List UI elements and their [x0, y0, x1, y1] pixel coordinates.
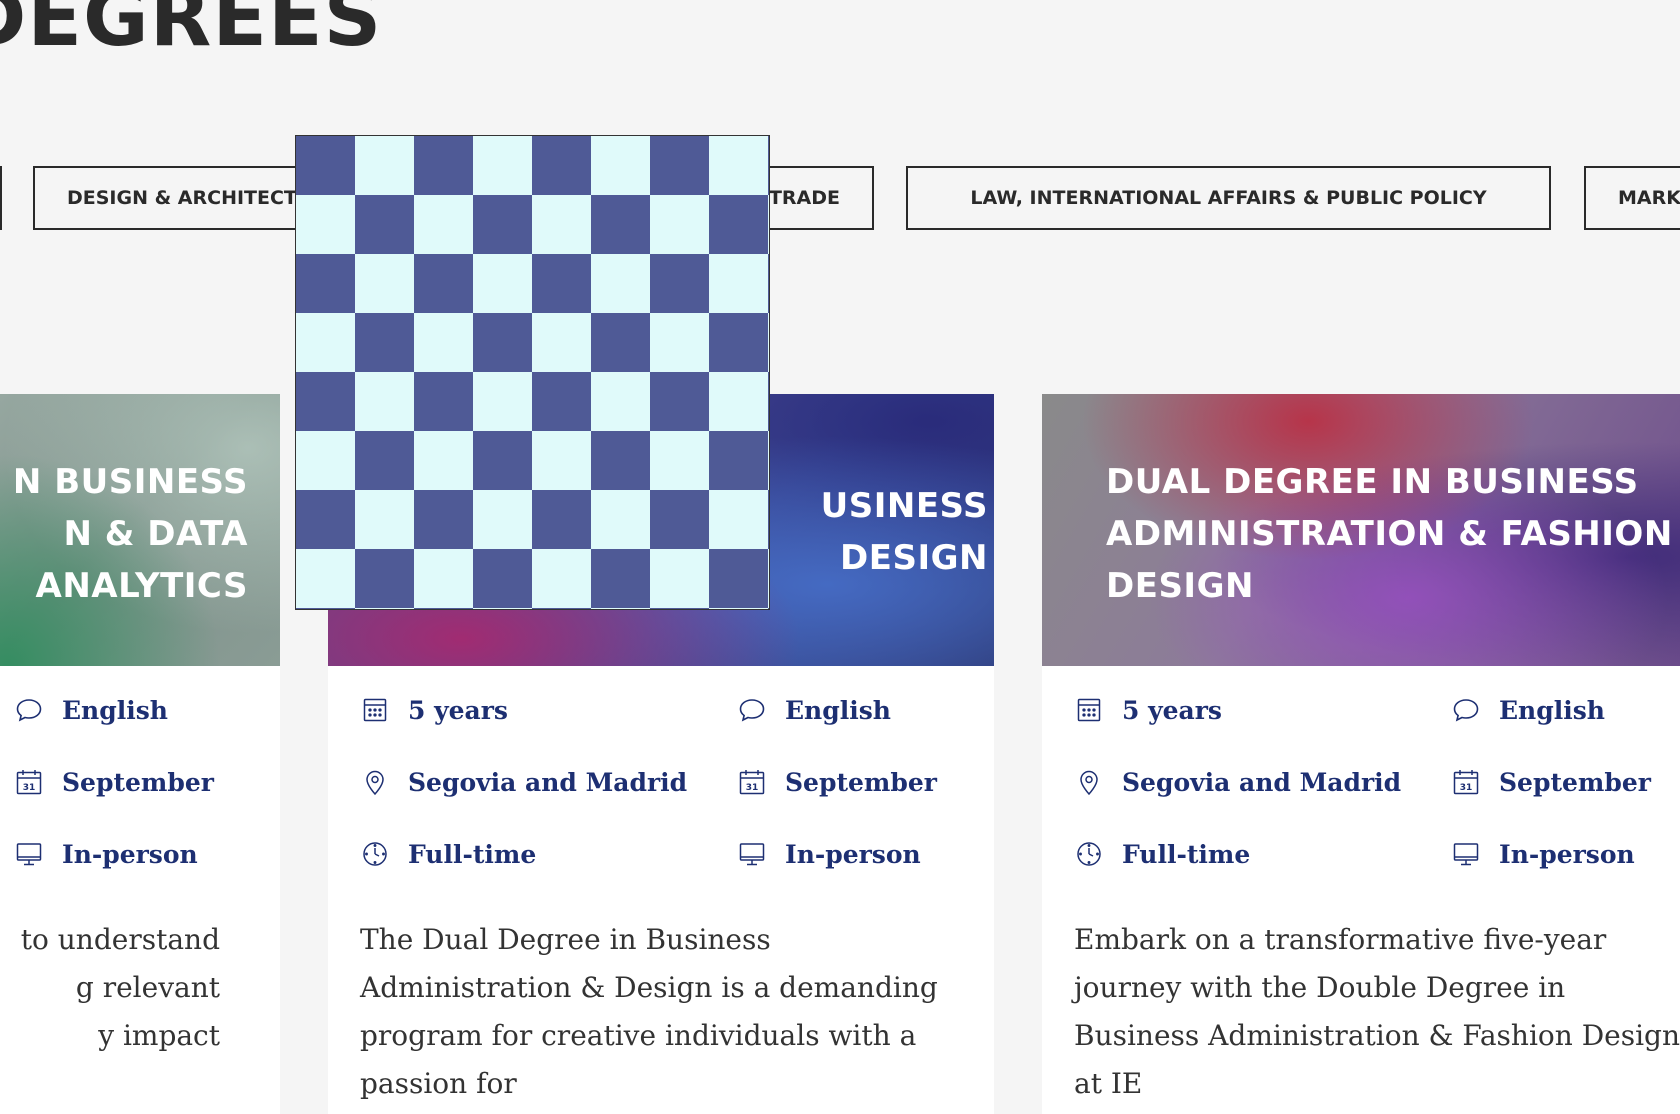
filter-pill-law-international-affairs[interactable]: LAW, INTERNATIONAL AFFAIRS & PUBLIC POLI…	[906, 166, 1551, 230]
meta-intake-text: September	[1499, 767, 1651, 797]
card-description: Embark on a transformative five-year jou…	[1074, 923, 1680, 1100]
meta-format: Full-time	[1074, 834, 1250, 874]
calculator-grid-icon	[363, 698, 387, 722]
calendar-icon: 31	[1453, 770, 1479, 795]
svg-text:31: 31	[746, 783, 759, 793]
location-pin-icon	[1080, 770, 1098, 796]
meta-format: Full-time	[360, 834, 536, 874]
meta-duration-text: 5 years	[1122, 695, 1222, 725]
calculator-grid-icon	[1077, 698, 1101, 722]
svg-text:31: 31	[1460, 783, 1473, 793]
meta-language-text: English	[1499, 695, 1605, 725]
meta-duration: 5 years	[360, 690, 508, 730]
meta-mode: In-person	[1451, 834, 1635, 874]
calendar-icon: 31	[16, 770, 42, 795]
meta-intake: 31 September	[1451, 762, 1651, 802]
meta-mode: In-person	[737, 834, 921, 874]
card-description: The Dual Degree in Business Administrati…	[360, 923, 938, 1100]
meta-language-text: English	[62, 695, 168, 725]
location-pin-icon	[366, 770, 384, 796]
chat-bubble-icon	[16, 699, 42, 722]
monitor-icon	[1453, 843, 1479, 866]
svg-text:31: 31	[23, 783, 36, 793]
checkerboard-placeholder-image	[295, 135, 770, 610]
meta-location-text: Segovia and Madrid	[408, 767, 688, 797]
meta-language-text: English	[785, 695, 891, 725]
category-filter-bar: DESIGN & ARCHITECTURE TRADE LAW, INTERNA…	[0, 166, 1680, 234]
meta-language: English	[1451, 690, 1605, 730]
degree-card[interactable]: N BUSINESS N & DATA ANALYTICS English 31…	[0, 394, 280, 1114]
meta-mode: In-person	[14, 834, 198, 874]
calendar-icon: 31	[739, 770, 765, 795]
monitor-icon	[739, 843, 765, 866]
meta-intake-text: September	[62, 767, 214, 797]
clock-icon	[363, 842, 387, 866]
meta-format-text: Full-time	[408, 839, 537, 869]
meta-location: Segovia and Madrid	[360, 762, 687, 802]
card-hero-image: N BUSINESS N & DATA ANALYTICS	[0, 394, 280, 666]
filter-pill-marketing[interactable]: MARKETING	[1584, 166, 1680, 230]
meta-format-text: Full-time	[1122, 839, 1251, 869]
chat-bubble-icon	[739, 699, 765, 722]
card-title: DUAL DEGREE IN BUSINESS ADMINISTRATION &…	[1106, 462, 1673, 606]
meta-intake: 31 September	[737, 762, 937, 802]
clock-icon	[1077, 842, 1101, 866]
meta-language: English	[14, 690, 168, 730]
degree-card[interactable]: DUAL DEGREE IN BUSINESS ADMINISTRATION &…	[1042, 394, 1680, 1114]
meta-intake-text: September	[785, 767, 937, 797]
card-hero-image: DUAL DEGREE IN BUSINESS ADMINISTRATION &…	[1042, 394, 1680, 666]
meta-mode-text: In-person	[1499, 839, 1635, 869]
meta-duration-text: 5 years	[408, 695, 508, 725]
meta-language: English	[737, 690, 891, 730]
meta-duration: 5 years	[1074, 690, 1222, 730]
meta-location-text: Segovia and Madrid	[1122, 767, 1402, 797]
filter-pill-previous[interactable]	[0, 166, 2, 230]
chat-bubble-icon	[1453, 699, 1479, 722]
card-description: to understand g relevant y impact	[20, 923, 220, 1052]
meta-mode-text: In-person	[62, 839, 198, 869]
page-title: DEGREES	[0, 0, 383, 64]
meta-mode-text: In-person	[785, 839, 921, 869]
monitor-icon	[16, 843, 42, 866]
meta-location: Segovia and Madrid	[1074, 762, 1401, 802]
meta-intake: 31 September	[14, 762, 214, 802]
card-title: N BUSINESS N & DATA ANALYTICS	[12, 462, 248, 606]
